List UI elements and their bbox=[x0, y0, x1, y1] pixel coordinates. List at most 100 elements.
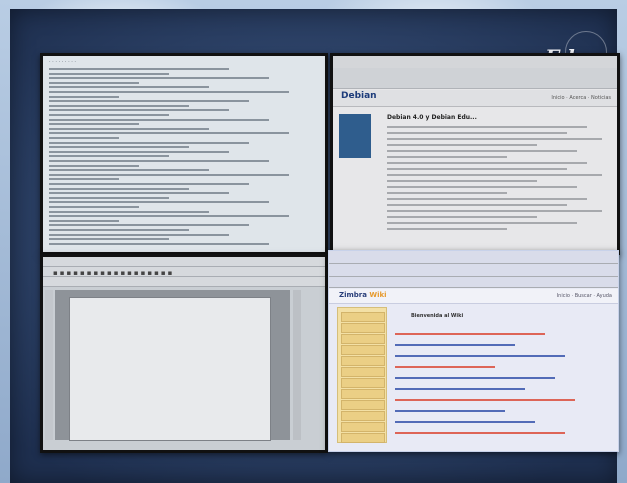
side-menu-item[interactable] bbox=[341, 389, 385, 399]
text-line bbox=[49, 183, 249, 185]
text-line bbox=[49, 141, 249, 144]
site-nav[interactable]: Inicio · Acerca · Noticias bbox=[551, 95, 611, 101]
text-line bbox=[387, 132, 567, 134]
desktop-stage: Edge · · · · · · · · · Debian Inicio · A… bbox=[10, 9, 620, 483]
text-line bbox=[49, 118, 269, 121]
text-line bbox=[49, 242, 269, 245]
side-menu-item[interactable] bbox=[341, 356, 385, 366]
site-banner-image bbox=[339, 114, 371, 158]
wiki-toolbar[interactable] bbox=[329, 264, 618, 277]
text-line bbox=[49, 238, 169, 241]
text-line bbox=[49, 100, 249, 103]
side-menu-item[interactable] bbox=[341, 345, 385, 355]
wiki-link[interactable] bbox=[395, 366, 495, 368]
window-browser-wiki[interactable]: Zimbra Wiki Inicio · Buscar · Ayuda Bien… bbox=[328, 250, 619, 452]
window-browser-debian[interactable]: Debian Inicio · Acerca · Noticias Debian… bbox=[330, 53, 620, 255]
text-line bbox=[387, 150, 577, 152]
window-terminal[interactable]: · · · · · · · · · bbox=[40, 53, 328, 255]
text-line bbox=[49, 146, 189, 149]
side-menu-item[interactable] bbox=[341, 433, 385, 443]
text-line bbox=[49, 127, 209, 130]
text-line bbox=[387, 192, 507, 194]
wiki-link[interactable] bbox=[395, 388, 525, 390]
terminal-title: · · · · · · · · · bbox=[49, 59, 77, 65]
text-line bbox=[49, 210, 209, 213]
wiki-link[interactable] bbox=[395, 333, 545, 335]
text-line bbox=[49, 229, 189, 231]
text-line bbox=[49, 72, 169, 75]
text-line bbox=[387, 168, 567, 170]
text-line bbox=[49, 201, 269, 204]
text-line bbox=[387, 126, 587, 128]
text-line bbox=[49, 109, 229, 112]
text-line bbox=[387, 216, 537, 218]
text-line bbox=[49, 68, 229, 70]
side-menu-item[interactable] bbox=[341, 400, 385, 410]
side-menu-item[interactable] bbox=[341, 422, 385, 432]
wiki-link[interactable] bbox=[395, 399, 575, 401]
document-page[interactable] bbox=[69, 297, 271, 441]
wiki-link[interactable] bbox=[395, 377, 555, 379]
text-line bbox=[49, 95, 119, 98]
text-line bbox=[49, 178, 119, 181]
text-line bbox=[387, 144, 537, 146]
text-line bbox=[49, 91, 289, 93]
wiki-link[interactable] bbox=[395, 421, 535, 423]
text-line bbox=[49, 206, 139, 208]
text-line bbox=[49, 215, 289, 218]
text-line bbox=[387, 162, 587, 164]
text-line bbox=[49, 160, 269, 162]
site-title[interactable]: Debian bbox=[341, 91, 377, 101]
wiki-link[interactable] bbox=[395, 432, 565, 434]
window-office[interactable]: ▪▪▪▪▪▪▪▪▪▪▪▪▪▪▪▪▪▪ bbox=[40, 254, 328, 453]
wiki-nav[interactable]: Inicio · Buscar · Ayuda bbox=[557, 293, 612, 299]
wiki-link[interactable] bbox=[395, 410, 505, 412]
wiki-link[interactable] bbox=[395, 355, 565, 357]
text-line bbox=[49, 81, 139, 84]
wiki-tabbar[interactable] bbox=[329, 277, 618, 288]
wiki-menubar[interactable] bbox=[329, 251, 618, 264]
text-line bbox=[49, 169, 209, 172]
text-line bbox=[49, 114, 169, 116]
text-line bbox=[49, 150, 229, 153]
side-menu-item[interactable] bbox=[341, 411, 385, 421]
browser-tabbar[interactable] bbox=[333, 78, 617, 89]
text-line bbox=[49, 123, 139, 126]
text-line bbox=[387, 222, 577, 224]
text-line bbox=[387, 180, 537, 182]
text-line bbox=[49, 173, 289, 176]
text-line bbox=[49, 224, 249, 227]
text-line bbox=[49, 164, 139, 167]
office-format-bar[interactable] bbox=[43, 277, 325, 287]
text-line bbox=[49, 219, 119, 222]
article-title[interactable]: Debian 4.0 y Debian Edu... bbox=[387, 114, 477, 121]
wiki-link[interactable] bbox=[395, 344, 515, 346]
wiki-logo-accent: Wiki bbox=[369, 291, 387, 299]
text-line bbox=[49, 187, 189, 190]
side-menu-item[interactable] bbox=[341, 312, 385, 322]
text-line bbox=[387, 156, 507, 158]
text-line bbox=[387, 198, 587, 200]
side-menu-item[interactable] bbox=[341, 367, 385, 377]
toolbar-icons[interactable]: ▪▪▪▪▪▪▪▪▪▪▪▪▪▪▪▪▪▪ bbox=[53, 269, 174, 277]
wiki-heading: Bienvenida al Wiki bbox=[411, 313, 464, 319]
office-scrollbar[interactable] bbox=[293, 290, 301, 440]
text-line bbox=[49, 196, 169, 199]
text-line bbox=[49, 192, 229, 195]
text-line bbox=[49, 233, 229, 236]
text-line bbox=[387, 210, 602, 212]
text-line bbox=[387, 186, 577, 188]
side-menu-item[interactable] bbox=[341, 323, 385, 333]
text-line bbox=[387, 138, 602, 140]
side-menu-item[interactable] bbox=[341, 334, 385, 344]
wiki-side-menu bbox=[337, 307, 387, 443]
text-line bbox=[49, 155, 169, 158]
office-menubar[interactable] bbox=[43, 257, 325, 267]
text-line bbox=[49, 104, 189, 107]
office-left-toolbar[interactable] bbox=[45, 290, 53, 440]
wiki-logo-main: Zimbra bbox=[339, 291, 367, 299]
text-line bbox=[49, 132, 289, 135]
wiki-logo[interactable]: Zimbra Wiki bbox=[339, 291, 387, 299]
side-menu-item[interactable] bbox=[341, 378, 385, 388]
text-line bbox=[387, 204, 567, 206]
